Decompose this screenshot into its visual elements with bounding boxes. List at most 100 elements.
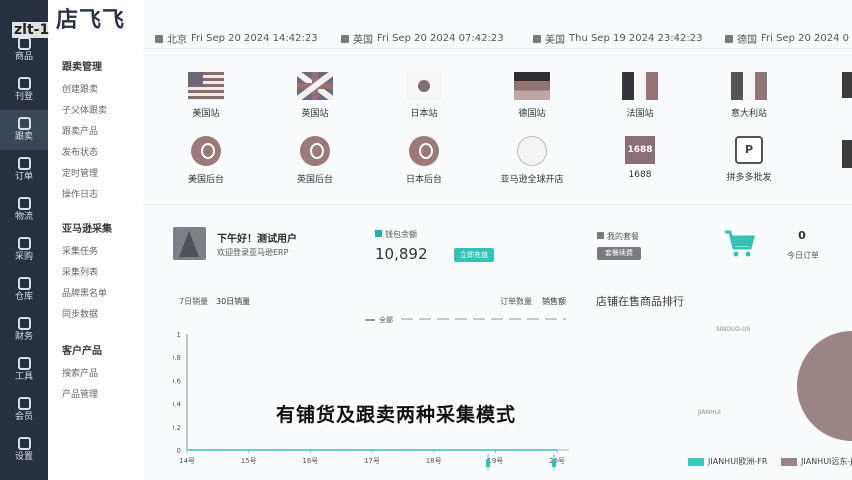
follow-icon <box>17 117 31 130</box>
site-more-handle[interactable] <box>842 72 852 98</box>
location-pin-icon <box>191 136 221 166</box>
it-flag-icon <box>731 72 767 100</box>
menu-item[interactable]: 产品管理 <box>62 387 98 400</box>
world-clock: 北京 Fri Sep 20 2024 14:42:23 <box>155 31 318 46</box>
tab-order-count[interactable]: 订单数量 <box>500 296 532 307</box>
site-link[interactable]: 亚马逊全球开店 <box>492 136 572 185</box>
clock-icon <box>341 34 349 43</box>
rail-item-truck[interactable]: 物流 <box>0 190 48 230</box>
renew-package-button[interactable]: 套餐续费 <box>597 247 641 260</box>
app-logo: 店飞飞 <box>56 8 126 33</box>
finance-icon <box>17 317 31 330</box>
menu-item[interactable]: 发布状态 <box>62 145 98 158</box>
site-label: 日本站 <box>410 109 438 119</box>
rail-item-label: 订单 <box>14 172 33 182</box>
rail-item-label: 跟卖 <box>14 132 33 142</box>
menu-item[interactable]: 同步数据 <box>62 307 98 320</box>
rail-item-tool[interactable]: 工具 <box>0 350 48 390</box>
menu-item[interactable]: 采集列表 <box>62 265 98 278</box>
site-link[interactable]: 1688 1688 <box>600 136 680 180</box>
clock-city: 北京 <box>167 35 187 46</box>
menu-item[interactable]: 操作日志 <box>62 187 98 200</box>
divider <box>143 204 852 205</box>
menu-item[interactable]: 跟卖产品 <box>62 124 98 137</box>
site-link[interactable]: 日本后台 <box>384 136 464 185</box>
menu-item[interactable]: 定时管理 <box>62 166 98 179</box>
tool-icon <box>17 357 31 370</box>
menu-item[interactable]: 搜索产品 <box>62 366 98 379</box>
clock-city: 美国 <box>545 35 565 46</box>
tab-30day-sales[interactable]: 30日销量 <box>216 296 250 307</box>
world-clock: 德国 Fri Sep 20 2024 0 <box>725 31 849 46</box>
chart-legend[interactable]: 全部 <box>365 315 393 325</box>
site-label: 英国站 <box>301 109 329 119</box>
uk-cross-horizontal <box>297 83 333 89</box>
clock-time: Thu Sep 19 2024 23:42:23 <box>569 33 703 44</box>
menu-section-title: 客户产品 <box>62 346 102 357</box>
y-tick-label: 0 <box>177 447 181 455</box>
settings-icon <box>17 437 31 450</box>
site-label: 英国后台 <box>296 175 333 185</box>
site-label: 德国站 <box>518 109 546 119</box>
site-label: 1688 <box>628 170 652 180</box>
range-slider-grip <box>552 459 556 467</box>
site-link[interactable]: 意大利站 <box>709 72 789 119</box>
clock-icon <box>155 34 163 43</box>
menu-item[interactable]: 子父体跟卖 <box>62 103 107 116</box>
rail-item-label: 设置 <box>14 452 33 462</box>
range-slider-grip <box>486 459 490 467</box>
y-tick-label: 0.4 <box>173 401 182 409</box>
site-link[interactable]: 德国站 <box>492 72 572 119</box>
menu-item[interactable]: 创建跟卖 <box>62 82 98 95</box>
site-label: 美国站 <box>192 109 220 119</box>
side-menu: 跟卖管理 创建跟卖 子父体跟卖 跟卖产品 发布状态 定时管理 操作日志 亚马逊采集 采集任务 采集… <box>48 50 143 480</box>
warehouse-icon <box>17 277 31 290</box>
rail-item-member[interactable]: 会员 <box>0 390 48 430</box>
rail-item-cart[interactable]: 采购 <box>0 230 48 270</box>
rail-item-publish[interactable]: 刊登 <box>0 70 48 110</box>
welcome-text: 欢迎登录亚马逊ERP <box>217 248 289 257</box>
rail-item-label: 仓库 <box>14 292 33 302</box>
site-link[interactable]: 美国后台 <box>166 136 246 185</box>
site-link[interactable]: 日本站 <box>384 72 464 119</box>
avatar[interactable] <box>173 227 206 260</box>
menu-item[interactable]: 品牌黑名单 <box>62 286 107 299</box>
rail-item-settings[interactable]: 设置 <box>0 430 48 470</box>
x-tick-label: 20号 <box>549 457 565 465</box>
site-link[interactable]: P 拼多多批发 <box>709 136 789 183</box>
rail-item-label: 商品 <box>14 52 33 62</box>
clock-city: 英国 <box>353 35 373 46</box>
rail-item-follow[interactable]: 跟卖 <box>0 110 48 150</box>
fr-flag-icon <box>622 72 658 100</box>
site-link[interactable]: 英国站 <box>275 72 355 119</box>
site-link[interactable]: 法国站 <box>600 72 680 119</box>
pie-legend-item[interactable]: JIANHUI欧洲-FR <box>688 456 767 467</box>
menu-item[interactable]: 采集任务 <box>62 244 98 257</box>
recharge-button[interactable]: 立即充值 <box>454 248 494 262</box>
rail-item-finance[interactable]: 财务 <box>0 310 48 350</box>
rail-item-order[interactable]: 订单 <box>0 150 48 190</box>
wallet-icon <box>375 230 382 237</box>
site-label: 拼多多批发 <box>726 173 772 183</box>
clock-time: Fri Sep 20 2024 0 <box>761 33 850 44</box>
shopping-cart-icon <box>725 230 755 257</box>
pie-slice <box>797 331 852 441</box>
site-more-handle[interactable] <box>842 140 852 168</box>
legend-line-icon <box>365 319 375 321</box>
package-icon <box>597 232 604 239</box>
site-link[interactable]: 美国站 <box>166 72 246 119</box>
package-label-text: 我的套餐 <box>607 232 639 241</box>
site-label: 意大利站 <box>730 109 767 119</box>
legend-swatch <box>781 457 797 466</box>
pie-legend-item[interactable]: JIANHUI远东-JP <box>781 456 852 467</box>
x-tick-label: 15号 <box>241 457 257 465</box>
tab-sales-amount[interactable]: 销售额 <box>542 296 566 307</box>
publish-icon <box>17 77 31 90</box>
site-label: 美国后台 <box>187 175 224 185</box>
site-link[interactable]: 英国后台 <box>275 136 355 185</box>
app-window: 商品 刊登 跟卖 订单 物流 采购 仓库 财务 工具 会员 设置 店飞飞 zlt-1 跟卖管理 创建跟… <box>0 0 852 480</box>
order-count: 0 <box>798 229 806 242</box>
rail-item-warehouse[interactable]: 仓库 <box>0 270 48 310</box>
tab-7day-sales[interactable]: 7日销量 <box>179 296 208 307</box>
x-tick-label: 16号 <box>302 457 318 465</box>
